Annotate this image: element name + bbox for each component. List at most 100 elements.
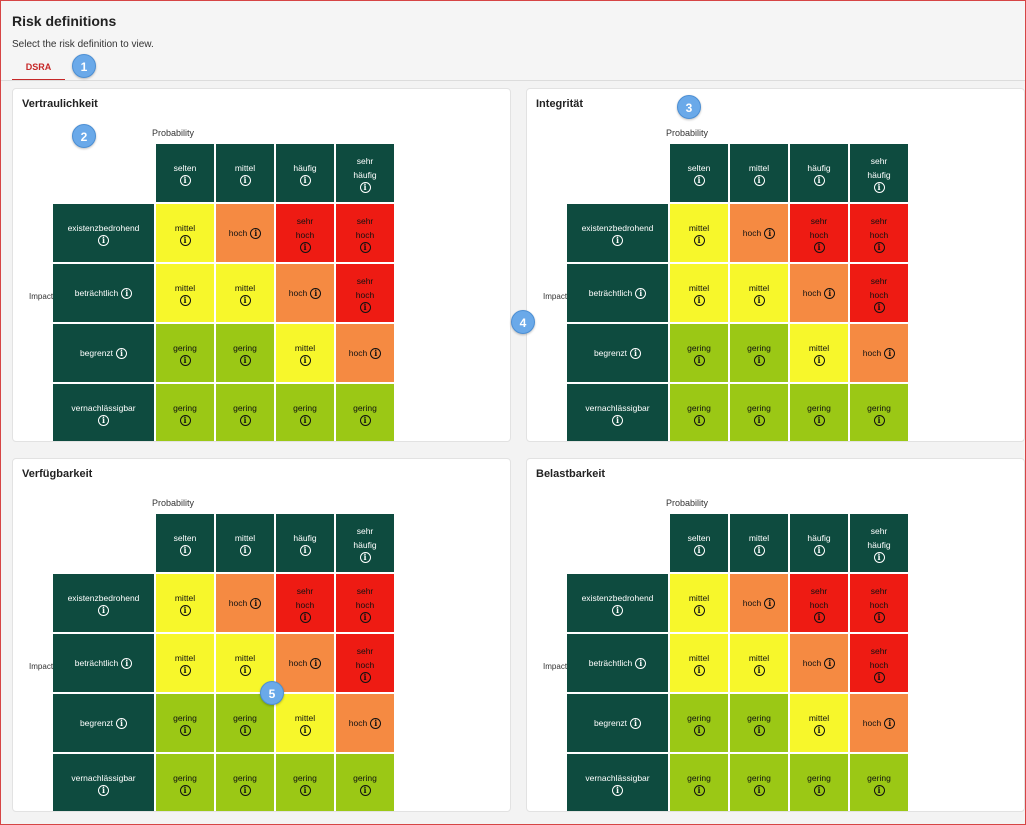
info-icon[interactable]: i <box>813 544 825 556</box>
info-icon[interactable]: i <box>239 724 251 736</box>
risk-cell-gering[interactable]: gering i <box>790 754 848 811</box>
info-icon[interactable]: i <box>239 544 251 556</box>
column-header-selten[interactable]: selten i <box>670 514 728 572</box>
column-header-haeufig[interactable]: häufig i <box>276 514 334 572</box>
risk-cell-sehr-hoch[interactable]: sehr hoch i <box>850 264 908 322</box>
risk-cell-gering[interactable]: gering i <box>336 384 394 441</box>
info-icon[interactable]: i <box>693 234 705 246</box>
row-header-betraechtlich[interactable]: beträchtlich i <box>53 264 154 322</box>
info-icon[interactable]: i <box>299 611 311 623</box>
info-icon[interactable]: i <box>753 544 765 556</box>
risk-cell-gering[interactable]: gering i <box>216 324 274 382</box>
info-icon[interactable]: i <box>121 287 133 299</box>
risk-cell-sehr-hoch[interactable]: sehr hoch i <box>850 634 908 692</box>
info-icon[interactable]: i <box>693 724 705 736</box>
info-icon[interactable]: i <box>299 414 311 426</box>
column-header-haeufig[interactable]: häufig i <box>790 514 848 572</box>
risk-cell-gering[interactable]: gering i <box>730 694 788 752</box>
risk-cell-gering[interactable]: gering i <box>156 384 214 441</box>
info-icon[interactable]: i <box>753 784 765 796</box>
info-icon[interactable]: i <box>98 604 109 616</box>
risk-cell-gering[interactable]: gering i <box>670 754 728 811</box>
info-icon[interactable]: i <box>179 664 191 676</box>
info-icon[interactable]: i <box>179 784 191 796</box>
risk-cell-gering[interactable]: gering i <box>670 694 728 752</box>
column-header-haeufig[interactable]: häufig i <box>790 144 848 202</box>
risk-cell-mittel[interactable]: mittel i <box>790 324 848 382</box>
info-icon[interactable]: i <box>179 724 191 736</box>
info-icon[interactable]: i <box>239 414 251 426</box>
info-icon[interactable]: i <box>693 544 705 556</box>
info-icon[interactable]: i <box>179 294 191 306</box>
info-icon[interactable]: i <box>693 294 705 306</box>
info-icon[interactable]: i <box>299 174 311 186</box>
info-icon[interactable]: i <box>635 287 647 299</box>
row-header-vernachlaessigbar[interactable]: vernachlässigbar i <box>53 384 154 441</box>
risk-cell-hoch[interactable]: hoch i <box>276 634 334 692</box>
risk-cell-hoch[interactable]: hoch i <box>276 264 334 322</box>
info-icon[interactable]: i <box>753 294 765 306</box>
info-icon[interactable]: i <box>179 604 191 616</box>
risk-cell-mittel[interactable]: mittel i <box>156 204 214 262</box>
info-icon[interactable]: i <box>116 347 128 359</box>
risk-cell-gering[interactable]: gering i <box>790 384 848 441</box>
risk-cell-hoch[interactable]: hoch i <box>790 264 848 322</box>
info-icon[interactable]: i <box>873 784 885 796</box>
info-icon[interactable]: i <box>764 597 776 609</box>
risk-cell-mittel[interactable]: mittel i <box>276 324 334 382</box>
info-icon[interactable]: i <box>239 174 251 186</box>
info-icon[interactable]: i <box>359 784 371 796</box>
info-icon[interactable]: i <box>813 611 825 623</box>
info-icon[interactable]: i <box>693 174 705 186</box>
column-header-selten[interactable]: selten i <box>156 144 214 202</box>
tab-dsra[interactable]: DSRA <box>12 57 65 81</box>
risk-cell-sehr-hoch[interactable]: sehr hoch i <box>790 204 848 262</box>
column-header-mittel[interactable]: mittel i <box>216 514 274 572</box>
info-icon[interactable]: i <box>753 174 765 186</box>
risk-cell-gering[interactable]: gering i <box>670 324 728 382</box>
info-icon[interactable]: i <box>693 664 705 676</box>
info-icon[interactable]: i <box>753 414 765 426</box>
info-icon[interactable]: i <box>873 671 885 683</box>
info-icon[interactable]: i <box>753 724 765 736</box>
risk-cell-hoch[interactable]: hoch i <box>850 694 908 752</box>
info-icon[interactable]: i <box>98 414 109 426</box>
info-icon[interactable]: i <box>299 354 311 366</box>
info-icon[interactable]: i <box>813 784 825 796</box>
risk-cell-hoch[interactable]: hoch i <box>850 324 908 382</box>
info-icon[interactable]: i <box>239 354 251 366</box>
row-header-betraechtlich[interactable]: beträchtlich i <box>567 264 668 322</box>
column-header-sehr-haeufig[interactable]: sehr häufig i <box>336 514 394 572</box>
info-icon[interactable]: i <box>612 414 623 426</box>
info-icon[interactable]: i <box>813 724 825 736</box>
risk-cell-mittel[interactable]: mittel i <box>670 574 728 632</box>
risk-cell-sehr-hoch[interactable]: sehr hoch i <box>850 204 908 262</box>
info-icon[interactable]: i <box>753 664 765 676</box>
info-icon[interactable]: i <box>179 414 191 426</box>
row-header-existenzbedrohend[interactable]: existenzbedrohend i <box>53 574 154 632</box>
risk-cell-mittel[interactable]: mittel i <box>670 634 728 692</box>
risk-cell-gering[interactable]: gering i <box>336 754 394 811</box>
column-header-mittel[interactable]: mittel i <box>216 144 274 202</box>
info-icon[interactable]: i <box>630 717 642 729</box>
info-icon[interactable]: i <box>179 354 191 366</box>
risk-cell-mittel[interactable]: mittel i <box>730 634 788 692</box>
info-icon[interactable]: i <box>359 551 371 563</box>
info-icon[interactable]: i <box>764 227 776 239</box>
info-icon[interactable]: i <box>873 414 885 426</box>
risk-cell-mittel[interactable]: mittel i <box>156 634 214 692</box>
risk-cell-gering[interactable]: gering i <box>276 754 334 811</box>
risk-cell-gering[interactable]: gering i <box>216 754 274 811</box>
info-icon[interactable]: i <box>116 717 128 729</box>
info-icon[interactable]: i <box>299 724 311 736</box>
risk-cell-hoch[interactable]: hoch i <box>790 634 848 692</box>
info-icon[interactable]: i <box>370 347 382 359</box>
info-icon[interactable]: i <box>179 234 191 246</box>
info-icon[interactable]: i <box>121 657 133 669</box>
row-header-betraechtlich[interactable]: beträchtlich i <box>53 634 154 692</box>
info-icon[interactable]: i <box>310 287 322 299</box>
info-icon[interactable]: i <box>359 181 371 193</box>
info-icon[interactable]: i <box>299 241 311 253</box>
info-icon[interactable]: i <box>813 354 825 366</box>
column-header-sehr-haeufig[interactable]: sehr häufig i <box>850 514 908 572</box>
